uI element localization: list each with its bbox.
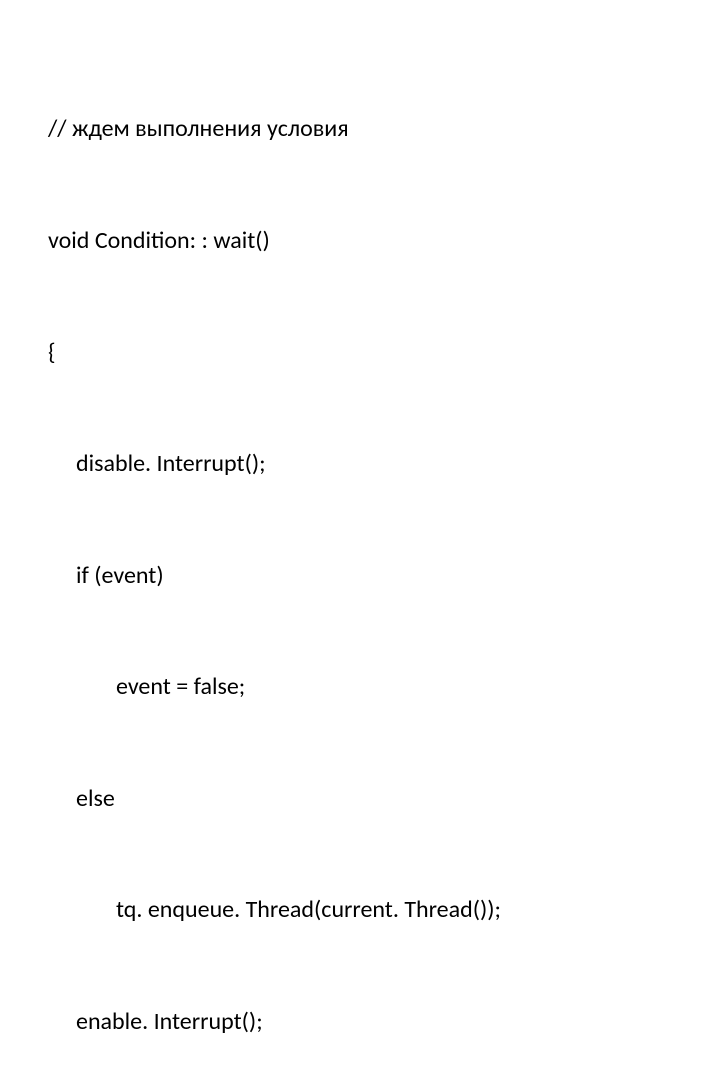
code-line-open-brace: { — [48, 334, 720, 371]
code-line-comment: // ждем выполнения условия — [48, 110, 720, 147]
code-line-event-false: event = false; — [48, 668, 720, 705]
code-line-disable-interrupt: disable. Interrupt(); — [48, 445, 720, 482]
code-snippet: // ждем выполнения условия void Conditio… — [48, 36, 720, 1080]
code-line-signature: void Condition: : wait() — [48, 222, 720, 259]
code-line-if: if (event) — [48, 557, 720, 594]
code-line-enable-interrupt: enable. Interrupt(); — [48, 1003, 720, 1040]
code-line-else: else — [48, 780, 720, 817]
code-line-enqueue: tq. enqueue. Thread(current. Thread()); — [48, 891, 720, 928]
